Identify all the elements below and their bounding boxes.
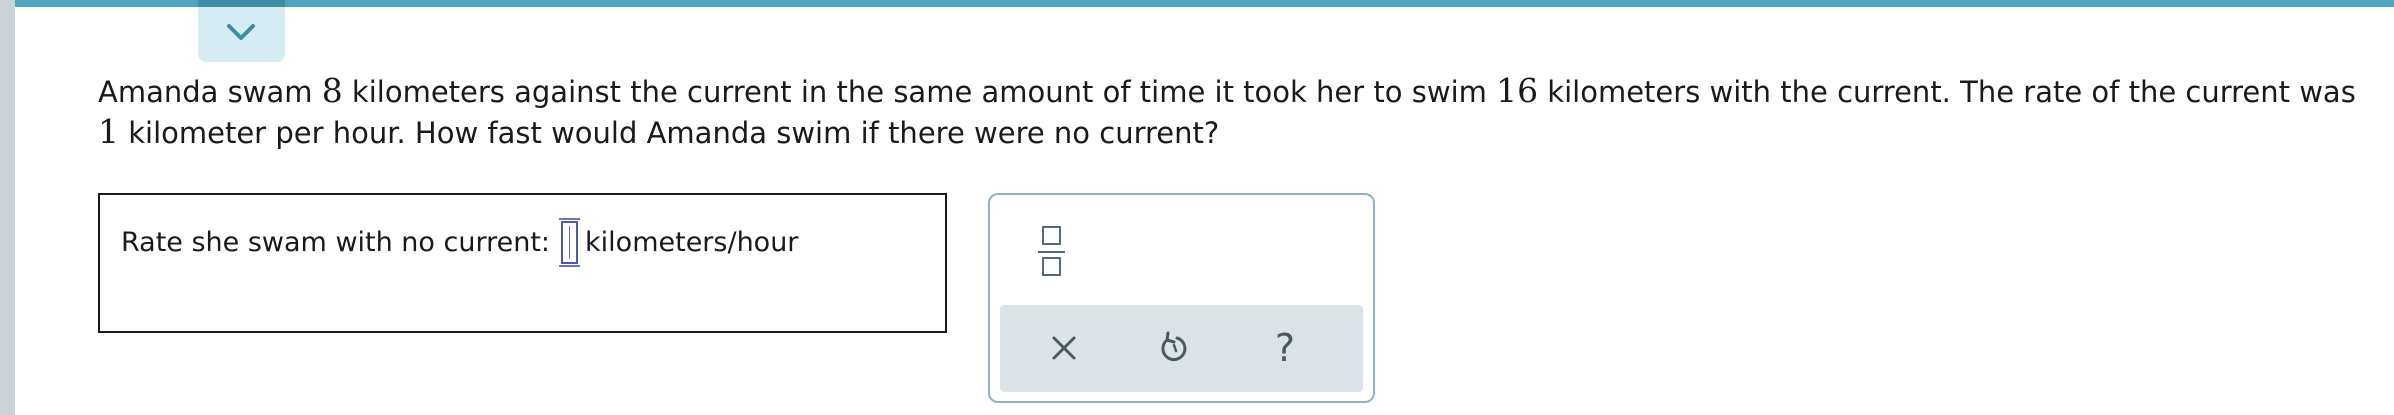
undo-button[interactable] (1149, 323, 1199, 373)
question-mark-icon: ? (1275, 326, 1295, 370)
chevron-down-icon (227, 24, 255, 40)
question-part-4: kilometer per hour. How fast would Amand… (119, 116, 1220, 150)
question-part-2: kilometers against the current in the sa… (342, 75, 1497, 109)
left-rail (0, 0, 15, 415)
fraction-template-icon (1042, 226, 1061, 245)
clear-button[interactable] (1039, 323, 1089, 373)
top-accent-bar (15, 0, 2394, 7)
help-glyph: ? (1275, 326, 1295, 370)
answer-area: Rate she swam with no current: kilometer… (98, 193, 947, 333)
collapse-toggle-button[interactable] (198, 0, 285, 62)
distance-with-current: 16 (1496, 71, 1539, 110)
close-icon (1052, 336, 1076, 360)
current-rate: 1 (98, 112, 119, 151)
answer-unit: kilometers/hour (585, 226, 799, 258)
fraction-template-button[interactable] (1036, 223, 1070, 283)
fraction-denominator-box (1042, 257, 1061, 276)
text-cursor (569, 226, 571, 259)
question-part-3: kilometers with the current. The rate of… (1538, 75, 2356, 109)
question-text: Amanda swam 8 kilometers against the cur… (98, 71, 2368, 153)
answer-label: Rate she swam with no current: (121, 226, 551, 258)
distance-against-current: 8 (321, 71, 343, 110)
fraction-bar (1038, 251, 1065, 253)
answer-line: Rate she swam with no current: kilometer… (121, 218, 799, 267)
question-part-1: Amanda swam (98, 75, 322, 109)
answer-input[interactable] (559, 218, 581, 267)
help-button[interactable]: ? (1260, 323, 1310, 373)
tool-actions-bar: ? (1000, 305, 1363, 392)
undo-icon (1161, 331, 1187, 362)
math-tool-panel: ? (988, 193, 1375, 403)
